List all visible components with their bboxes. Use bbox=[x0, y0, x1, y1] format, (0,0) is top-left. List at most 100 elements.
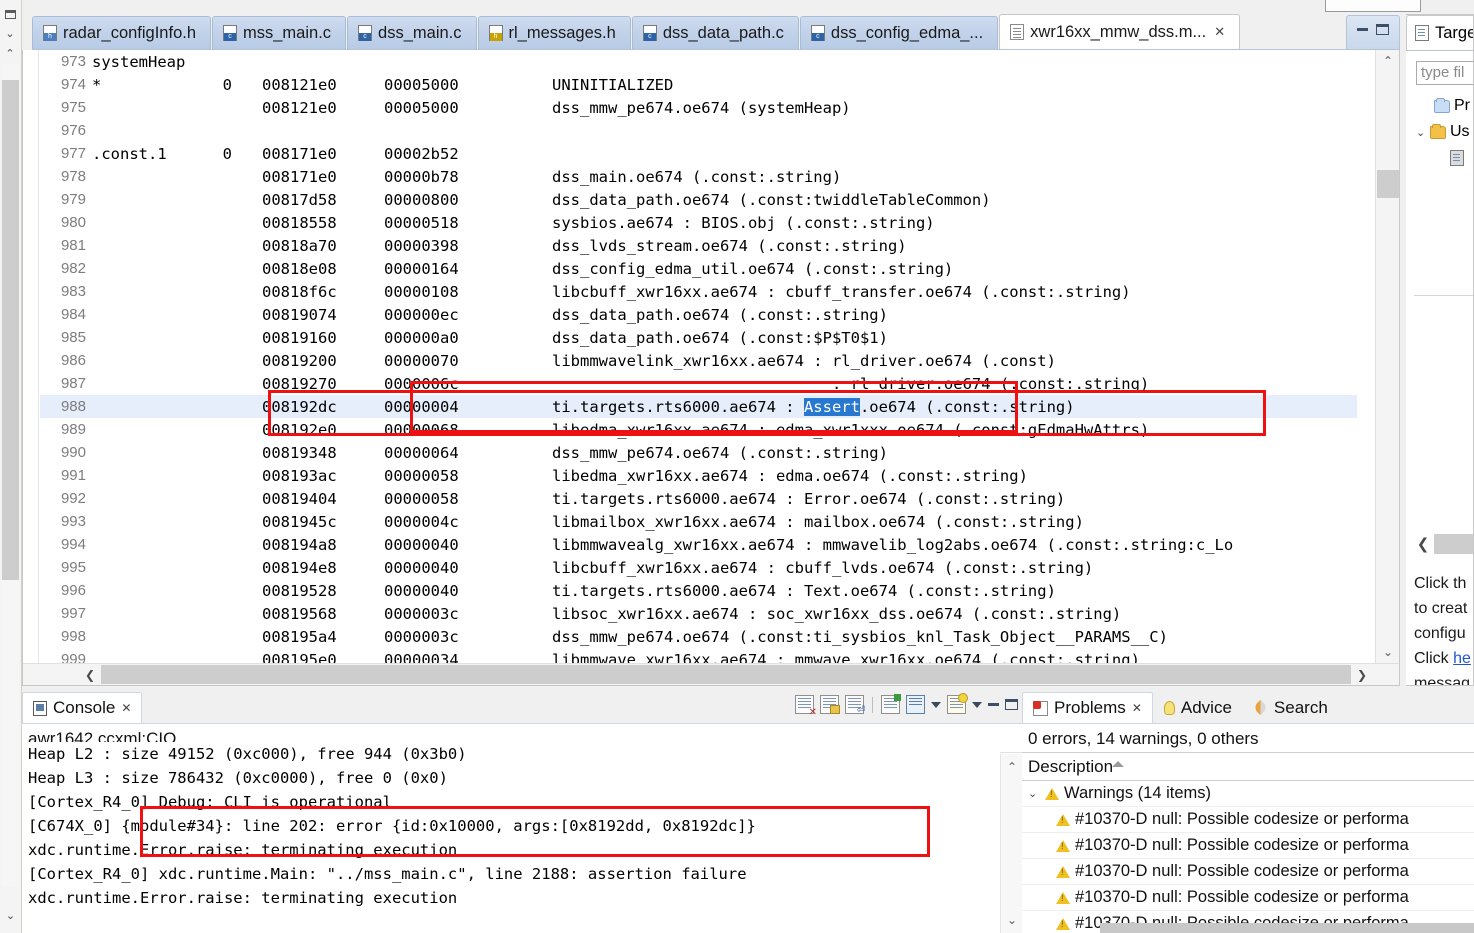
editor-tab-radar-configinfo-h[interactable]: radar_configInfo.h bbox=[32, 16, 212, 49]
chevron-left-icon[interactable]: ❮ bbox=[1412, 533, 1434, 555]
editor-tab-xwr16xx-mmw-dss-map[interactable]: xwr16xx_mmw_dss.m... ✕ bbox=[999, 14, 1241, 49]
code-line[interactable]: 989 008192e0 00000068 libedma_xwr16xx.ae674… bbox=[40, 418, 1357, 441]
scroll-left-icon[interactable]: ❮ bbox=[79, 664, 101, 685]
problems-item[interactable]: #10370-D null: Possible codesize or perf… bbox=[1022, 885, 1474, 911]
code-line[interactable]: 983 00818f6c 00000108 libcbuff_xwr16xx.ae67… bbox=[40, 280, 1357, 303]
length-field: 00000004 bbox=[384, 397, 459, 416]
code-line[interactable]: 977 .const.1 0 008171e0 00002b52 bbox=[40, 142, 1357, 165]
code-line[interactable]: 975 008121e0 00005000 dss_mmw_pe674.oe674 (… bbox=[40, 96, 1357, 119]
new-console-view-icon[interactable] bbox=[947, 693, 968, 714]
close-icon[interactable]: ✕ bbox=[1132, 701, 1142, 715]
tree-item-user-defined[interactable]: ⌄ Us bbox=[1416, 119, 1473, 145]
scroll-up-icon[interactable]: ⌃ bbox=[1376, 52, 1399, 70]
editor-tab-dss-data-path-c[interactable]: dss_data_path.c bbox=[631, 16, 799, 49]
code-line[interactable]: 974 * 0 008121e0 00005000 UNINITIALIZED bbox=[40, 73, 1357, 96]
code-line[interactable]: 988 008192dc 00000004 ti.targets.rts6000.ae… bbox=[40, 395, 1357, 418]
left-scrollbar[interactable] bbox=[2, 64, 19, 887]
help-link[interactable]: he bbox=[1453, 650, 1471, 667]
chevron-down-icon[interactable]: ⌄ bbox=[1028, 787, 1040, 800]
code-line[interactable]: 982 00818e08 00000164 dss_config_edma_util.… bbox=[40, 257, 1357, 280]
attributes-field: libedma_xwr16xx.ae674 : edma_xwr1xxx.oe6… bbox=[552, 420, 1150, 439]
editor-horizontal-scrollbar[interactable]: ❮ ❯ bbox=[23, 663, 1399, 685]
origin-address: 008193ac bbox=[262, 466, 337, 485]
help-line: Click th bbox=[1414, 575, 1467, 592]
tab-console[interactable]: Console ✕ bbox=[22, 692, 143, 723]
code-line[interactable]: 999 008195e0 00000034 libmmwave_xwr16xx.ae6… bbox=[40, 648, 1357, 664]
left-scrollbar-thumb[interactable] bbox=[2, 80, 19, 580]
selected-symbol[interactable]: Assert bbox=[803, 397, 860, 416]
tab-search[interactable]: Search bbox=[1242, 692, 1339, 723]
code-line[interactable]: 978 008171e0 00000b78 dss_main.oe674 (.cons… bbox=[40, 165, 1357, 188]
editor-marker-ruler[interactable] bbox=[23, 50, 39, 663]
code-line[interactable]: 979 00817d58 00000800 dss_data_path.oe674 (… bbox=[40, 188, 1357, 211]
code-line[interactable]: 986 00819200 00000070 libmmwavelink_xwr16xx… bbox=[40, 349, 1357, 372]
console-vertical-scrollbar[interactable]: ⌃ ⌄ bbox=[1000, 754, 1022, 933]
tab-problems[interactable]: Problems ✕ bbox=[1022, 692, 1153, 723]
code-line[interactable]: 991 008193ac 00000058 libedma_xwr16xx.ae674… bbox=[40, 464, 1357, 487]
scroll-down-icon[interactable]: ⌄ bbox=[1376, 643, 1399, 661]
code-line[interactable]: 973 systemHeap bbox=[40, 50, 1357, 73]
editor-tab-rl-messages-h[interactable]: rl_messages.h bbox=[477, 16, 631, 49]
minimize-icon[interactable] bbox=[988, 703, 999, 706]
code-line[interactable]: 976 bbox=[40, 119, 1357, 142]
code-line[interactable]: 998 008195a4 0000003c dss_mmw_pe674.oe674 (… bbox=[40, 625, 1357, 648]
scroll-up-chevron-icon[interactable]: ⌃ bbox=[0, 44, 20, 64]
close-icon[interactable]: ✕ bbox=[1214, 25, 1225, 40]
filter-input[interactable]: type fil bbox=[1416, 61, 1473, 85]
tab-advice[interactable]: Advice bbox=[1152, 692, 1243, 723]
code-line[interactable]: 984 00819074 000000ec dss_data_path.oe674 (… bbox=[40, 303, 1357, 326]
code-line[interactable]: 985 00819160 000000a0 dss_data_path.oe674 (… bbox=[40, 326, 1357, 349]
editor-tab-mss-main-c[interactable]: mss_main.c bbox=[212, 16, 347, 49]
editor-tab-dss-main-c[interactable]: dss_main.c bbox=[347, 16, 477, 49]
tab-target-configurations[interactable]: Targe bbox=[1406, 15, 1473, 50]
scroll-down-chevron-icon[interactable]: ⌄ bbox=[2, 907, 19, 923]
console-output[interactable]: Heap L2 : size 49152 (0xc000), free 944 … bbox=[22, 742, 1000, 933]
open-console-icon[interactable] bbox=[906, 695, 925, 714]
view-collapse-control[interactable]: ❮ bbox=[1412, 533, 1473, 555]
editor-text[interactable]: 973 systemHeap 974 * 0 008121e0 00005000 UNINIT… bbox=[40, 50, 1357, 663]
new-console-dropdown-caret[interactable] bbox=[972, 701, 982, 708]
code-line[interactable]: 994 008194a8 00000040 libmmwavealg_xwr16xx.… bbox=[40, 533, 1357, 556]
scroll-up-icon[interactable]: ⌃ bbox=[1001, 758, 1023, 776]
problems-item[interactable]: #10370-D null: Possible codesize or perf… bbox=[1022, 833, 1474, 859]
code-line[interactable]: 990 00819348 00000064 dss_mmw_pe674.oe674 (… bbox=[40, 441, 1357, 464]
collapse-bar[interactable] bbox=[1434, 534, 1473, 554]
pin-console-icon[interactable] bbox=[845, 695, 865, 716]
code-line[interactable]: 996 00819528 00000040 ti.targets.rts6000.ae… bbox=[40, 579, 1357, 602]
code-line[interactable]: 981 00818a70 00000398 dss_lvds_stream.oe674… bbox=[40, 234, 1357, 257]
editor-vertical-scrollbar[interactable]: ⌃ ⌄ bbox=[1375, 50, 1399, 663]
restore-view-button[interactable] bbox=[0, 4, 20, 24]
origin-address: 00819404 bbox=[262, 489, 337, 508]
code-line[interactable]: 995 008194e8 00000040 libcbuff_xwr16xx.ae67… bbox=[40, 556, 1357, 579]
problems-icon bbox=[1033, 700, 1048, 716]
maximize-icon[interactable] bbox=[1376, 24, 1389, 35]
code-line[interactable]: 980 00818558 00000518 sysbios.ae674 : BIOS.… bbox=[40, 211, 1357, 234]
code-line[interactable]: 993 0081945c 0000004c libmailbox_xwr16xx.ae… bbox=[40, 510, 1357, 533]
scroll-down-icon[interactable]: ⌄ bbox=[1001, 911, 1023, 929]
problems-item[interactable]: #10370-D null: Possible codesize or perf… bbox=[1022, 807, 1474, 833]
tree-item-target-config[interactable] bbox=[1416, 145, 1473, 171]
editor-hscroll-thumb[interactable] bbox=[101, 665, 1351, 684]
code-line[interactable]: 997 00819568 0000003c libsoc_xwr16xx.ae674 … bbox=[40, 602, 1357, 625]
view-menu-chevron-down-icon[interactable]: ⌄ bbox=[0, 24, 20, 44]
scroll-right-icon[interactable]: ❯ bbox=[1351, 664, 1373, 685]
tree-item-projects[interactable]: Pr bbox=[1416, 93, 1473, 119]
section-name: systemHeap bbox=[92, 52, 186, 71]
maximize-icon[interactable] bbox=[1005, 699, 1018, 710]
open-console-dropdown-caret[interactable] bbox=[931, 701, 941, 708]
display-selected-console-icon[interactable] bbox=[881, 694, 901, 714]
problems-horizontal-scrollbar[interactable] bbox=[1100, 923, 1474, 933]
editor-tab-dss-config-edma[interactable]: dss_config_edma_... bbox=[799, 16, 999, 49]
code-line[interactable]: 992 00819404 00000058 ti.targets.rts6000.ae… bbox=[40, 487, 1357, 510]
chevron-down-icon[interactable]: ⌄ bbox=[1416, 126, 1426, 139]
editor-vscroll-thumb[interactable] bbox=[1377, 170, 1399, 198]
code-line[interactable]: 987 00819270 0000006c : rl_driver.oe674 (.… bbox=[40, 372, 1357, 395]
minimize-icon[interactable] bbox=[1357, 28, 1368, 31]
lock-scroll-icon[interactable] bbox=[820, 695, 840, 714]
problems-column-header-description[interactable]: Description bbox=[1022, 753, 1474, 781]
clear-console-icon[interactable] bbox=[795, 695, 817, 718]
close-icon[interactable]: ✕ bbox=[121, 701, 131, 715]
problems-group-warnings[interactable]: ⌄ Warnings (14 items) bbox=[1022, 781, 1474, 807]
problems-item[interactable]: #10370-D null: Possible codesize or perf… bbox=[1022, 859, 1474, 885]
origin-address: 00819348 bbox=[262, 443, 337, 462]
